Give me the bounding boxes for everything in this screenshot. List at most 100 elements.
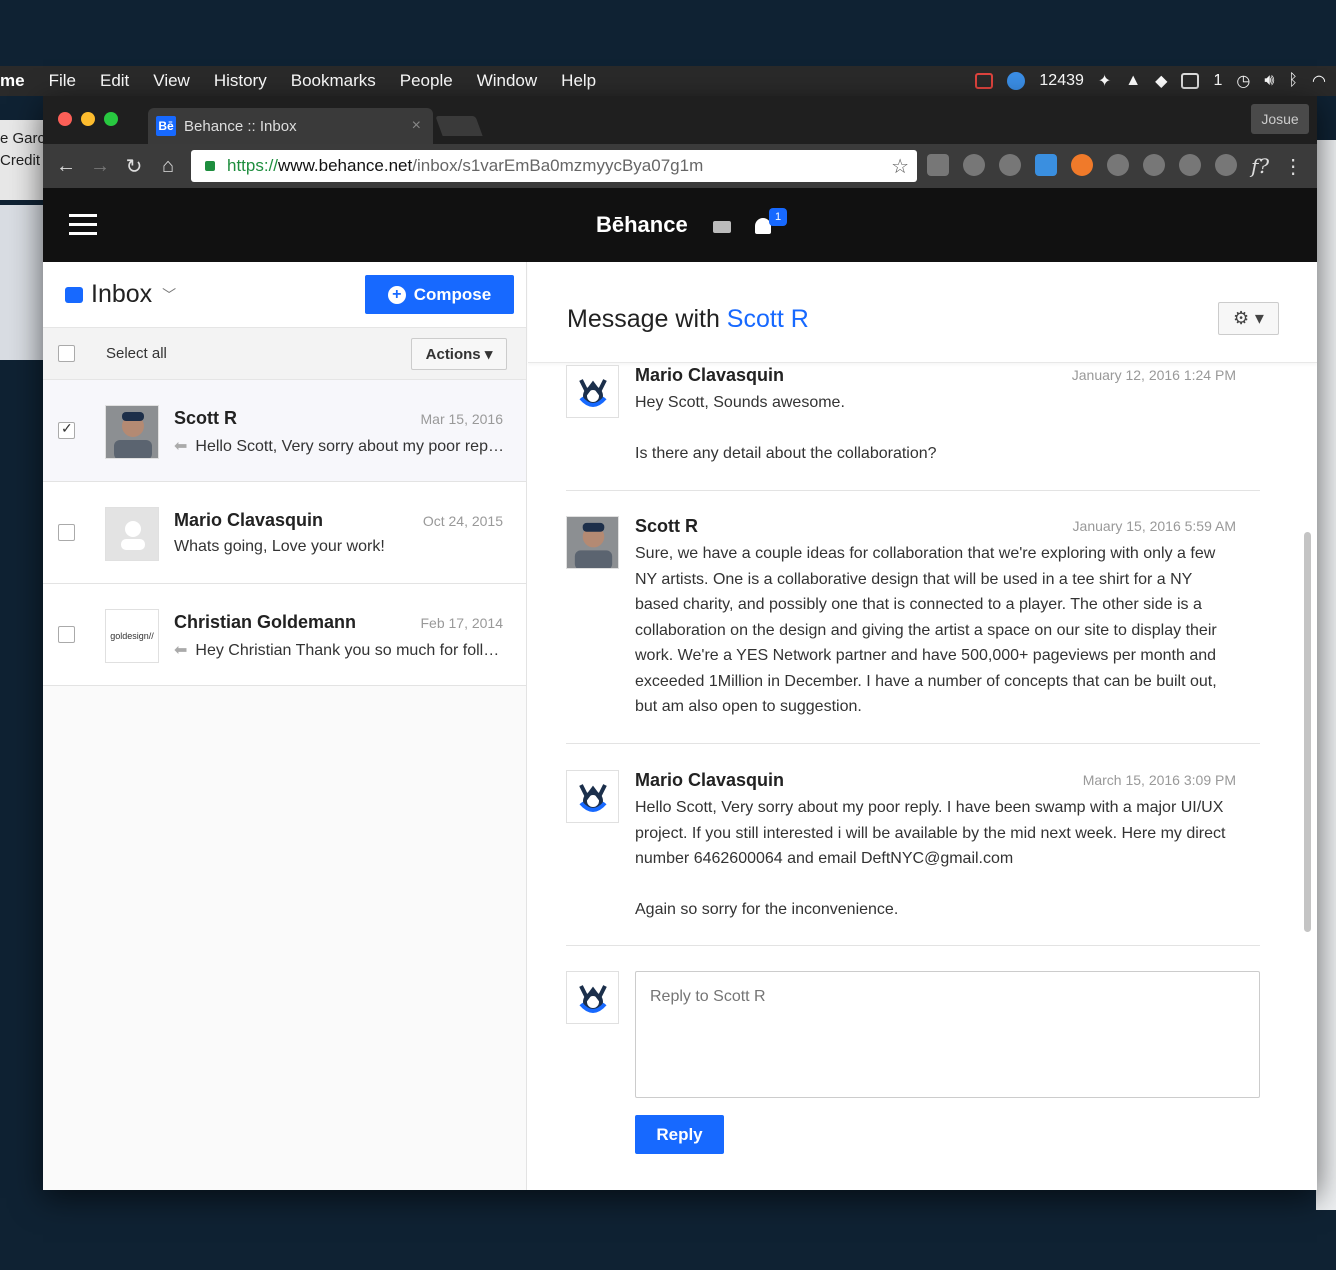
avatar <box>105 507 159 561</box>
thread-item-christian-goldemann[interactable]: goldesign// Christian Goldemann Feb 17, … <box>43 584 526 686</box>
home-icon[interactable]: ⌂ <box>151 155 185 178</box>
window-switch-icon[interactable] <box>975 73 994 89</box>
conversation-header: Message with Scott R ⚙ ▾ <box>528 262 1317 363</box>
evernote-icon[interactable]: ◆ <box>1155 71 1167 91</box>
select-bar: Select all Actions ▾ <box>43 328 526 380</box>
compose-label: Compose <box>413 284 492 304</box>
reply-button[interactable]: Reply <box>635 1115 724 1154</box>
bookmark-star-icon[interactable]: ☆ <box>891 154 909 179</box>
select-all-label[interactable]: Select all <box>106 345 167 362</box>
notification-badge: 1 <box>769 208 787 226</box>
wifi-icon[interactable]: ◠ <box>1312 71 1326 91</box>
url-host: www.behance.net <box>278 156 413 175</box>
conversation-participant-link[interactable]: Scott R <box>727 305 809 333</box>
minimize-window-button[interactable] <box>81 112 95 126</box>
avatar <box>566 770 619 823</box>
thread-checkbox[interactable] <box>58 420 75 439</box>
extension-icon[interactable] <box>1107 154 1129 176</box>
macos-menu-bar: me File Edit View History Bookmarks Peop… <box>0 66 1336 96</box>
menu-file[interactable]: File <box>49 71 76 91</box>
browser-menu-icon[interactable]: ⋮ <box>1283 154 1303 179</box>
thread-snippet-text: Hey Christian Thank you so much for foll… <box>195 642 504 659</box>
message-item: Mario Clavasquin January 12, 2016 1:24 P… <box>566 365 1260 491</box>
thread-checkbox[interactable] <box>58 626 75 643</box>
bluetooth-icon[interactable]: ᛒ <box>1288 72 1298 90</box>
profile-button[interactable]: Josue <box>1251 104 1309 134</box>
message-body: Sure, we have a couple ideas for collabo… <box>635 545 1217 715</box>
behance-logo[interactable]: Bēhance <box>596 212 688 238</box>
extension-icon[interactable] <box>1215 154 1237 176</box>
menu-window[interactable]: Window <box>477 71 537 91</box>
message-item: Scott R January 15, 2016 5:59 AM Sure, w… <box>566 516 1260 744</box>
menu-history[interactable]: History <box>214 71 267 91</box>
inbox-folder-dropdown[interactable]: Inbox ﹀ <box>65 280 176 309</box>
extension-icon[interactable] <box>999 154 1021 176</box>
forward-icon[interactable]: → <box>83 155 117 178</box>
thread-date: Oct 24, 2015 <box>422 513 503 529</box>
camera-extension-icon[interactable] <box>963 154 985 176</box>
reply-arrow-icon: ⬅ <box>174 438 188 455</box>
avatar <box>566 365 619 418</box>
inbox-title: Inbox <box>91 280 153 308</box>
plus-icon: + <box>387 285 406 304</box>
menu-app-name[interactable]: me <box>0 71 25 91</box>
volume-icon[interactable]: 🔊︎ <box>1264 72 1274 90</box>
lock-icon <box>205 161 215 171</box>
mario-logo-icon <box>579 379 607 407</box>
thread-sender: Mario Clavasquin <box>174 510 324 530</box>
avatar <box>566 971 619 1024</box>
thread-item-scott-r[interactable]: Scott R Mar 15, 2016 ⬅ Hello Scott, Very … <box>43 380 526 482</box>
background-window: e Garc Credit <box>0 120 44 200</box>
select-all-checkbox[interactable] <box>58 345 75 362</box>
thread-snippet: ⬅ Hey Christian Thank you so much for fol… <box>174 640 504 660</box>
message-item: Mario Clavasquin March 15, 2016 3:09 PM … <box>566 770 1260 946</box>
thread-item-mario-clavasquin[interactable]: Mario Clavasquin Oct 24, 2015 Whats goin… <box>43 482 526 584</box>
chevron-down-icon: ﹀ <box>162 286 177 303</box>
drive-icon[interactable]: ▲ <box>1125 72 1141 90</box>
menu-help[interactable]: Help <box>561 71 596 91</box>
zoom-window-button[interactable] <box>104 112 118 126</box>
color-picker-extension-icon[interactable] <box>1071 154 1093 176</box>
app-status-icon[interactable] <box>1007 72 1026 90</box>
menu-people[interactable]: People <box>400 71 453 91</box>
tab-close-icon[interactable]: × <box>412 117 421 135</box>
actions-dropdown[interactable]: Actions ▾ <box>411 338 507 370</box>
compose-button[interactable]: + Compose <box>365 275 514 314</box>
mail-icon[interactable] <box>713 221 731 233</box>
hamburger-menu-icon[interactable] <box>69 214 97 236</box>
tray-badge: 1 <box>1213 72 1223 89</box>
menu-edit[interactable]: Edit <box>100 71 129 91</box>
extension-icon[interactable] <box>927 154 949 176</box>
chat-icon[interactable] <box>1181 73 1200 89</box>
address-bar[interactable]: https://www.behance.net/inbox/s1varEmBa0… <box>191 150 917 182</box>
tab-behance-inbox[interactable]: Bē Behance :: Inbox × <box>148 108 433 144</box>
menu-view[interactable]: View <box>153 71 190 91</box>
person-photo-icon <box>567 517 618 568</box>
close-window-button[interactable] <box>58 112 72 126</box>
reply-composer: Reply <box>566 971 1260 1171</box>
inbox-icon <box>65 286 83 303</box>
thread-checkbox[interactable] <box>58 524 75 541</box>
reload-icon[interactable]: ↻ <box>117 154 151 179</box>
whatfont-extension-icon[interactable]: f? <box>1251 154 1269 179</box>
time-machine-icon[interactable]: ◷ <box>1236 71 1250 91</box>
message-sender: Scott R <box>635 516 698 536</box>
scrollbar[interactable] <box>1304 532 1311 932</box>
gear-settings-dropdown[interactable]: ⚙ ▾ <box>1218 302 1279 335</box>
conversation-title: Message with Scott R <box>567 305 809 334</box>
reply-input[interactable] <box>635 971 1260 1098</box>
avatar: goldesign// <box>105 609 159 663</box>
browser-window: Bē Behance :: Inbox × Josue ← → ↻ ⌂ http… <box>43 96 1317 1190</box>
extension-icon[interactable] <box>1143 154 1165 176</box>
back-icon[interactable]: ← <box>49 155 83 178</box>
tab-title: Behance :: Inbox <box>184 117 297 135</box>
thread-sender: Christian Goldemann <box>174 612 357 632</box>
thread-date: Feb 17, 2014 <box>420 615 503 631</box>
drive-extension-icon[interactable] <box>1179 154 1201 176</box>
dropbox-icon[interactable]: ✦ <box>1098 71 1111 91</box>
status-tray: 12439 ✦ ▲ ◆ 1 ◷ 🔊︎ ᛒ ◠ <box>975 71 1336 91</box>
css-extension-icon[interactable] <box>1035 154 1057 176</box>
menu-bookmarks[interactable]: Bookmarks <box>291 71 376 91</box>
mario-logo-icon <box>579 985 607 1013</box>
new-tab-button[interactable] <box>435 116 483 136</box>
